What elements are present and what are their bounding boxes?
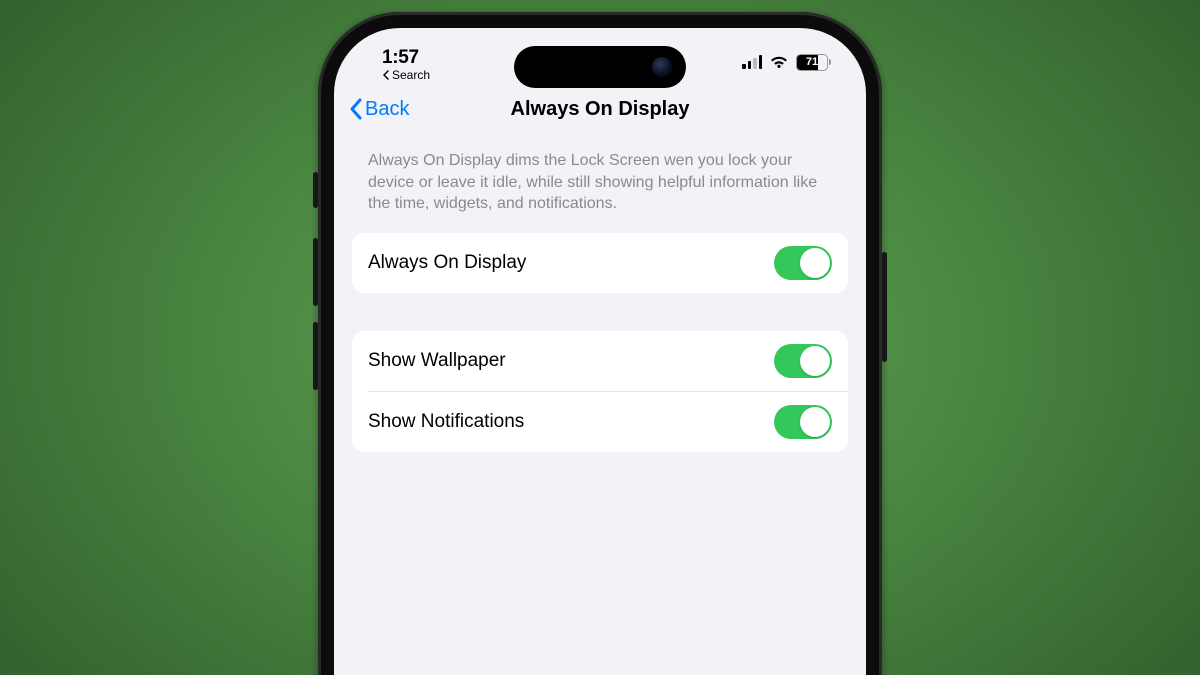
back-button[interactable]: Back xyxy=(348,98,409,121)
backdrop: 1:57 Search xyxy=(0,0,1200,675)
breadcrumb-label: Search xyxy=(392,68,430,82)
phone-screen: 1:57 Search xyxy=(334,28,866,675)
back-label: Back xyxy=(365,98,409,121)
page-title: Always On Display xyxy=(511,98,690,121)
battery-level: 71 xyxy=(797,55,827,70)
chevron-left-icon xyxy=(348,98,363,120)
chevron-left-icon xyxy=(382,70,390,80)
row-show-notifications: Show Notifications xyxy=(368,391,848,452)
wifi-icon xyxy=(769,55,789,69)
settings-group-secondary: Show Wallpaper Show Notifications xyxy=(352,331,848,452)
phone-mock: 1:57 Search xyxy=(318,12,882,675)
dynamic-island xyxy=(514,46,686,88)
row-show-wallpaper: Show Wallpaper xyxy=(352,331,848,391)
breadcrumb-back[interactable]: Search xyxy=(382,68,430,82)
row-label: Show Wallpaper xyxy=(368,350,506,372)
row-label: Always On Display xyxy=(368,252,526,274)
phone-side-button xyxy=(882,252,887,362)
toggle-always-on-display[interactable] xyxy=(774,246,832,280)
row-always-on-display: Always On Display xyxy=(352,233,848,293)
nav-bar: Back Always On Display xyxy=(334,86,866,132)
settings-group-primary: Always On Display xyxy=(352,233,848,293)
toggle-show-notifications[interactable] xyxy=(774,405,832,439)
status-time: 1:57 xyxy=(382,47,419,69)
toggle-show-wallpaper[interactable] xyxy=(774,344,832,378)
cell-signal-icon xyxy=(742,55,762,69)
section-description: Always On Display dims the Lock Screen w… xyxy=(352,132,848,225)
row-label: Show Notifications xyxy=(368,411,524,433)
front-camera-icon xyxy=(652,57,672,77)
battery-icon: 71 xyxy=(796,54,831,71)
